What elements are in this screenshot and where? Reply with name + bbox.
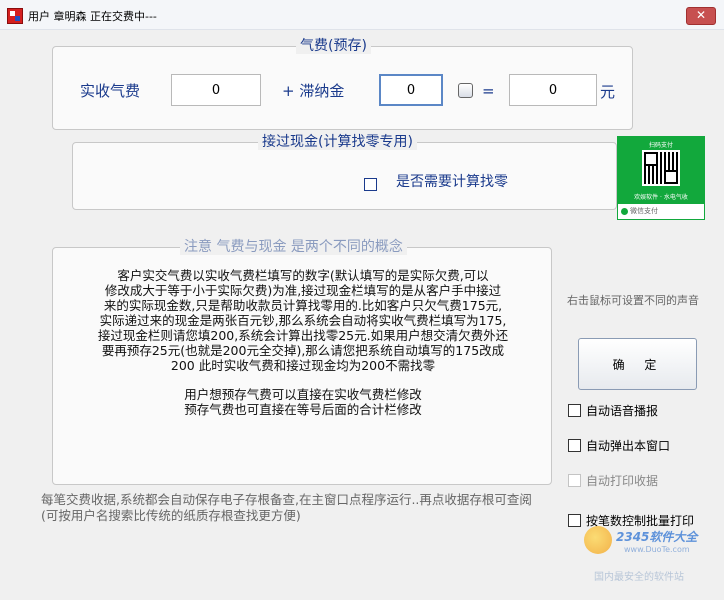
qr-bottom-text: 欢娱软件 · 水电气收 — [634, 194, 688, 201]
window-title: 用户 章明森 正在交费中--- — [28, 10, 157, 23]
notice-text: 客户实交气费以实收气费栏填写的数字(默认填写的是实际欠费,可以 修改成大于等于小… — [58, 268, 548, 417]
received-gas-input[interactable] — [171, 74, 261, 106]
notice-extra-line: 用户想预存气费可以直接在实收气费栏修改 — [184, 387, 422, 402]
batch-print-checkbox[interactable] — [568, 514, 581, 527]
sound-hint-text: 右击鼠标可设置不同的声音 — [567, 294, 699, 307]
calc-change-checkbox[interactable] — [364, 178, 377, 191]
close-button[interactable]: ✕ — [686, 7, 716, 25]
watermark-slogan: 国内最安全的软件站 — [594, 572, 684, 583]
watermark-brand: 2345软件大全 — [616, 530, 698, 544]
notice-line: 要再预存25元(也就是200元全交掉),那么请您把系统自动填写的175改成 — [101, 343, 505, 358]
notice-line: 200 此时实收气费和接过现金均为200不需找零 — [170, 358, 436, 373]
site-watermark: 2345软件大全 www.DuoTe.com 国内最安全的软件站 — [584, 526, 724, 586]
gas-fee-group-title: 气费(预存) — [296, 38, 371, 54]
notice-line: 客户实交气费以实收气费栏填写的数字(默认填写的是实际欠费,可以 — [117, 268, 489, 283]
equals-sign: = — [482, 82, 495, 100]
app-logo-icon — [7, 8, 23, 24]
qr-top-text: 扫码支付 — [648, 142, 673, 149]
auto-voice-label[interactable]: 自动语音播报 — [586, 402, 658, 419]
qr-code-icon — [642, 150, 680, 186]
received-gas-label: 实收气费 — [80, 82, 141, 100]
total-input[interactable] — [509, 74, 597, 106]
cash-group-title: 接过现金(计算找零专用) — [258, 134, 417, 150]
notice-line: 接过现金栏则请您填200,系统会计算出找零25元.如果用户想交清欠费外还 — [97, 328, 509, 343]
unit-label: 元 — [600, 83, 616, 101]
calc-change-label[interactable]: 是否需要计算找零 — [396, 173, 508, 191]
notice-extra-line: 预存气费也可直接在等号后面的合计栏修改 — [184, 402, 422, 417]
title-bar: 用户 章明森 正在交费中--- ✕ — [0, 0, 724, 30]
late-fee-input[interactable] — [379, 74, 443, 106]
watermark-url: www.DuoTe.com — [624, 545, 690, 554]
auto-popup-label[interactable]: 自动弹出本窗口 — [586, 437, 670, 454]
notice-line: 实际递过来的现金是两张百元钞,那么系统会自动将实收气费栏填写为175, — [99, 313, 507, 328]
auto-print-label[interactable]: 自动打印收据 — [586, 472, 658, 489]
receipt-footer-text: 每笔交费收据,系统都会自动保存电子存根备查,在主窗口点程序运行..再点收据存根可… — [41, 492, 532, 523]
late-fee-checkbox[interactable] — [458, 83, 473, 98]
notice-group-title: 注意 气费与现金 是两个不同的概念 — [180, 239, 407, 255]
auto-popup-checkbox[interactable] — [568, 439, 581, 452]
auto-print-checkbox[interactable] — [568, 474, 581, 487]
cash-group — [72, 142, 617, 210]
auto-voice-checkbox[interactable] — [568, 404, 581, 417]
late-fee-label: + 滞纳金 — [282, 82, 345, 100]
notice-line: 来的实际现金数,只是帮助收款员计算找零用的.比如客户只欠气费175元, — [103, 298, 503, 313]
watermark-logo-icon — [584, 526, 612, 554]
wechat-pay-strip: 微信支付 — [617, 203, 705, 220]
notice-line: 修改成大于等于小于实际欠费)为准,接过现金栏填写的是从客户手中接过 — [104, 283, 502, 298]
confirm-button[interactable]: 确 定 — [578, 338, 697, 390]
